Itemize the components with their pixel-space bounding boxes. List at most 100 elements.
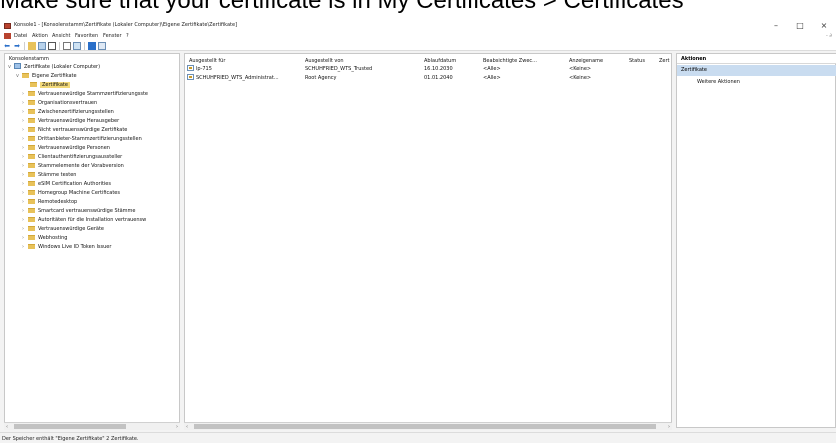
arrow-right-icon[interactable]: ➡ [13, 42, 21, 50]
certificate-store-icon [14, 63, 21, 69]
cell-purposes: <Alle> [483, 75, 501, 81]
console-app-icon [4, 23, 11, 29]
scroll-right-icon[interactable]: › [668, 423, 670, 431]
cell-expiration: 01.01.2040 [424, 75, 453, 81]
column-header-issued-to[interactable]: Ausgestellt für [189, 58, 225, 64]
menu-aktion[interactable]: Aktion [32, 33, 48, 39]
tree-item-personal[interactable]: v Eigene Zertifikate [16, 72, 77, 81]
properties-icon[interactable] [98, 42, 106, 50]
tree-item-label: Vertrauenswürdige Stammzertifizierungsst… [38, 91, 148, 97]
menu-fenster[interactable]: Fenster [103, 33, 122, 39]
show-hide-tree-icon[interactable] [38, 42, 46, 50]
tree-item-label: Organisationsvertrauen [38, 100, 98, 106]
tree-item-store[interactable]: › Vertrauenswürdige Geräte [22, 225, 104, 234]
tree-item-label: Smartcard vertrauenswürdige Stämme [38, 208, 136, 214]
new-window-icon[interactable] [48, 42, 56, 50]
tree-item-store[interactable]: › Clientauthentifizierungsaussteller [22, 153, 122, 162]
tree-item-store[interactable]: › Zwischenzertifizierungsstellen [22, 108, 114, 117]
actions-section-certificates[interactable]: Zertifikate [677, 65, 836, 76]
console-menu-icon[interactable] [4, 33, 11, 39]
child-window-controls[interactable]: - ∂ [826, 33, 832, 39]
cell-expiration: 16.10.2030 [424, 66, 453, 72]
menu-datei[interactable]: Datei [14, 33, 27, 39]
column-header-friendly-name[interactable]: Anzeigename [569, 58, 603, 64]
column-header-template[interactable]: Zert [659, 58, 670, 64]
folder-icon [28, 217, 35, 222]
tree-item-store[interactable]: › Webhosting [22, 234, 67, 243]
tree-item-store[interactable]: › Nicht vertrauenswürdige Zertifikate [22, 126, 127, 135]
folder-icon [28, 181, 35, 186]
status-text: Der Speicher enthält "Eigene Zertifikate… [2, 436, 139, 442]
more-actions-link[interactable]: Weitere Aktionen [697, 79, 740, 85]
tree-item-store[interactable]: › Vertrauenswürdige Herausgeber [22, 117, 119, 126]
cell-issued-by: SCHUHFRIED_WTS_Trusted [305, 66, 373, 72]
tree-item-store[interactable]: › Remotedesktop [22, 198, 77, 207]
tree-item-store[interactable]: › Stammelemente der Vorabversion [22, 162, 124, 171]
scrollbar-thumb[interactable] [194, 424, 656, 429]
column-header-status[interactable]: Status [629, 58, 645, 64]
tree-item-store[interactable]: › Vertrauenswürdige Stammzertifizierungss… [22, 90, 148, 99]
folder-icon [28, 118, 35, 123]
cell-issued-by: Root Agency [305, 75, 337, 81]
certificate-list: Ausgestellt für Ausgestellt von Ablaufda… [184, 53, 672, 428]
window-title: Konsole1 - [Konsolenstamm\Zertifikate (L… [14, 22, 238, 28]
tree-item-store[interactable]: › Vertrauenswürdige Personen [22, 144, 110, 153]
toolbar-separator [24, 42, 25, 50]
certificate-icon [187, 74, 194, 80]
tree-item-store[interactable]: › Homegroup Machine Certificates [22, 189, 120, 198]
menu-ansicht[interactable]: Ansicht [52, 33, 70, 39]
tree-item-store[interactable]: › Organisationsvertrauen [22, 99, 97, 108]
scroll-left-icon[interactable]: ‹ [6, 423, 8, 431]
tree-item-certificates[interactable]: Zertifikate [30, 81, 70, 90]
tree-item-label: Vertrauenswürdige Herausgeber [38, 118, 120, 124]
folder-icon [22, 73, 29, 78]
tree-item-computer-certs[interactable]: v Zertifikate (Lokaler Computer) [8, 63, 100, 72]
menu-help[interactable]: ? [126, 33, 129, 39]
column-header-expiration[interactable]: Ablaufdatum [424, 58, 456, 64]
help-icon[interactable] [88, 42, 96, 50]
folder-icon [28, 91, 35, 96]
tree-item-store[interactable]: › Windows Live ID Token Issuer [22, 243, 111, 252]
scrollbar-thumb[interactable] [14, 424, 126, 429]
caption-text: Make sure that your certificate is in My… [0, 0, 684, 14]
tree-item-label: Webhosting [38, 235, 68, 241]
tree-item-store[interactable]: › Stämme testen [22, 171, 76, 180]
menu-favoriten[interactable]: Favoriten [75, 33, 98, 39]
cell-issued-to: SCHUHFRIED_WTS_Administrat... [187, 74, 279, 81]
minimize-button[interactable]: – [764, 20, 788, 32]
tree-item-label: Homegroup Machine Certificates [38, 190, 120, 196]
folder-icon [28, 163, 35, 168]
column-header-issued-by[interactable]: Ausgestellt von [305, 58, 344, 64]
folder-icon [28, 235, 35, 240]
folder-icon [28, 154, 35, 159]
tree-item-label: Konsolenstamm [9, 56, 49, 62]
scroll-left-icon[interactable]: ‹ [186, 423, 188, 431]
copy-icon[interactable] [63, 42, 71, 50]
tree-item-store[interactable]: › Drittanbieter-Stammzertifizierungsstell… [22, 135, 142, 144]
tree-item-store[interactable]: › Smartcard vertrauenswürdige Stämme [22, 207, 136, 216]
tree-item-store[interactable]: › eSIM Certification Authorities [22, 180, 111, 189]
arrow-left-icon[interactable]: ⬅ [3, 42, 11, 50]
tree-horizontal-scrollbar[interactable]: ‹ › [4, 422, 180, 430]
folder-icon [28, 199, 35, 204]
up-folder-icon[interactable] [28, 42, 36, 50]
cell-issued-to: lp-715 [187, 65, 212, 72]
folder-icon [28, 172, 35, 177]
scroll-right-icon[interactable]: › [176, 423, 178, 431]
tree-item-label: Autoritäten für die Installation vertrau… [38, 217, 147, 223]
maximize-button[interactable]: □ [788, 20, 812, 32]
tree-item-label: Drittanbieter-Stammzertifizierungsstelle… [38, 136, 142, 142]
actions-pane: Aktionen Zertifikate Weitere Aktionen [676, 53, 836, 428]
folder-icon [28, 145, 35, 150]
column-header-intended-purposes[interactable]: Beabsichtigte Zwec... [483, 58, 537, 64]
tree-item-label: Eigene Zertifikate [32, 73, 77, 79]
tree-item-label: Clientauthentifizierungsaussteller [38, 154, 123, 160]
tree-item-store[interactable]: › Autoritäten für die Installation vertra… [22, 216, 146, 225]
actions-header: Aktionen [677, 54, 836, 64]
cell-friendly-name: <Keine> [569, 75, 592, 81]
export-list-icon[interactable] [73, 42, 81, 50]
close-button[interactable]: × [812, 20, 836, 32]
list-horizontal-scrollbar[interactable]: ‹ › [184, 422, 672, 430]
status-bar: Der Speicher enthält "Eigene Zertifikate… [0, 432, 836, 443]
folder-icon [28, 109, 35, 114]
